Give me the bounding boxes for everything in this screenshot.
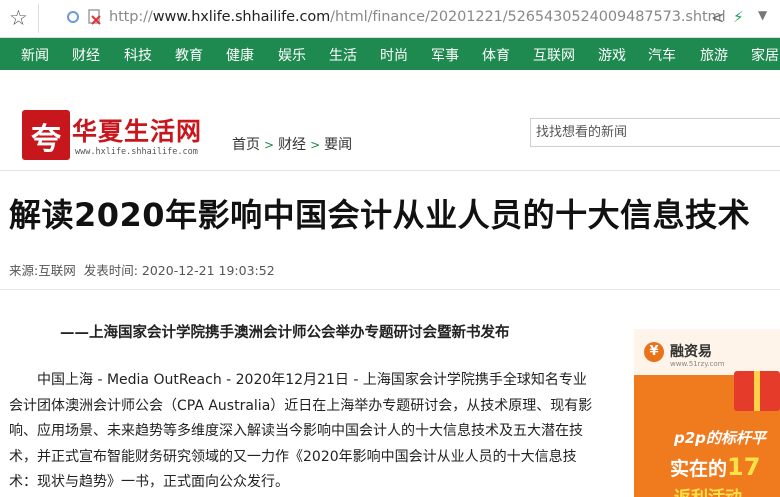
breadcrumb-separator: > — [310, 138, 321, 152]
nav-item[interactable]: 生活 — [329, 45, 357, 65]
publish-time: 发表时间: 2020-12-21 19:03:52 — [83, 263, 275, 278]
nav-item[interactable]: 家居 — [751, 45, 779, 65]
logo-mark: 夸 — [31, 122, 61, 157]
globe-icon — [67, 11, 79, 23]
nav-item[interactable]: 体育 — [482, 45, 510, 65]
nav-item[interactable]: 教育 — [175, 45, 203, 65]
ad-line-2-prefix: 实在的 — [670, 458, 728, 480]
divider — [0, 289, 780, 290]
divider — [38, 4, 39, 33]
breadcrumb-news[interactable]: 要闻 — [324, 137, 352, 153]
article-source: 来源:互联网 — [9, 263, 76, 278]
insecure-page-icon[interactable] — [87, 9, 101, 25]
nav-item[interactable]: 健康 — [226, 45, 254, 65]
article-title: 解读2020年影响中国会计从业人员的十大信息技术 — [9, 196, 751, 234]
nav-item[interactable]: 军事 — [431, 45, 459, 65]
nav-item[interactable]: 时尚 — [380, 45, 408, 65]
article-subtitle: ——上海国家会计学院携手澳洲会计师公会举办专题研讨会暨新书发布 — [60, 325, 510, 341]
nav-item[interactable]: 娱乐 — [278, 45, 306, 65]
ad-brand: 融资易 — [670, 344, 712, 360]
chevron-down-icon[interactable]: ▼ — [758, 8, 767, 22]
divider — [0, 170, 780, 171]
article-meta: 来源:互联网 发表时间: 2020-12-21 19:03:52 — [9, 260, 275, 279]
ad-site: www.51rzy.com — [670, 360, 725, 368]
ad-line-1: p2p的标杆平 — [674, 429, 766, 447]
advertisement[interactable]: ¥ 融资易 www.51rzy.com p2p的标杆平 实在的17 返利活动 — [634, 329, 780, 497]
site-logo[interactable]: 夸 — [22, 110, 70, 160]
breadcrumb-separator: > — [264, 138, 275, 152]
article-paragraph: 中国上海 - Media OutReach - 2020年12月21日 - 上海… — [9, 372, 593, 490]
url-prefix: http:// — [109, 9, 153, 25]
breadcrumb: 首页 > 财经 > 要闻 — [232, 134, 352, 154]
nav-item[interactable]: 游戏 — [598, 45, 626, 65]
ad-line-2: 实在的17 — [670, 453, 760, 481]
top-nav: 新闻 财经 科技 教育 健康 娱乐 生活 时尚 军事 体育 互联网 游戏 汽车 … — [0, 38, 780, 70]
site-name[interactable]: 华夏生活网 — [72, 112, 202, 148]
nav-item[interactable]: 互联网 — [533, 45, 575, 65]
nav-item[interactable]: 财经 — [72, 45, 100, 65]
share-icon[interactable]: < — [711, 8, 724, 27]
url-path: /html/finance/20201221/52654305240094875… — [330, 9, 726, 25]
nav-item[interactable]: 科技 — [124, 45, 152, 65]
lightning-icon[interactable]: ⚡ — [733, 8, 744, 26]
ad-line-3: 返利活动 — [674, 483, 742, 497]
url-field[interactable]: http://www.hxlife.shhailife.com/html/fin… — [109, 9, 726, 25]
bookmark-star-icon[interactable]: ☆ — [9, 7, 28, 29]
address-bar: ☆ http://www.hxlife.shhailife.com/html/f… — [0, 0, 780, 38]
search-input[interactable] — [531, 119, 780, 146]
url-host: www.hxlife.shhailife.com — [152, 9, 331, 25]
coin-icon: ¥ — [644, 342, 664, 362]
breadcrumb-finance[interactable]: 财经 — [278, 137, 306, 153]
gift-box-icon — [734, 371, 780, 411]
nav-item[interactable]: 新闻 — [21, 45, 49, 65]
nav-item[interactable]: 汽车 — [648, 45, 676, 65]
site-url: www.hxlife.shhailife.com — [75, 147, 198, 157]
search-box — [530, 118, 780, 147]
nav-item[interactable]: 旅游 — [700, 45, 728, 65]
ad-line-2-number: 17 — [727, 453, 761, 481]
breadcrumb-home[interactable]: 首页 — [232, 137, 260, 153]
